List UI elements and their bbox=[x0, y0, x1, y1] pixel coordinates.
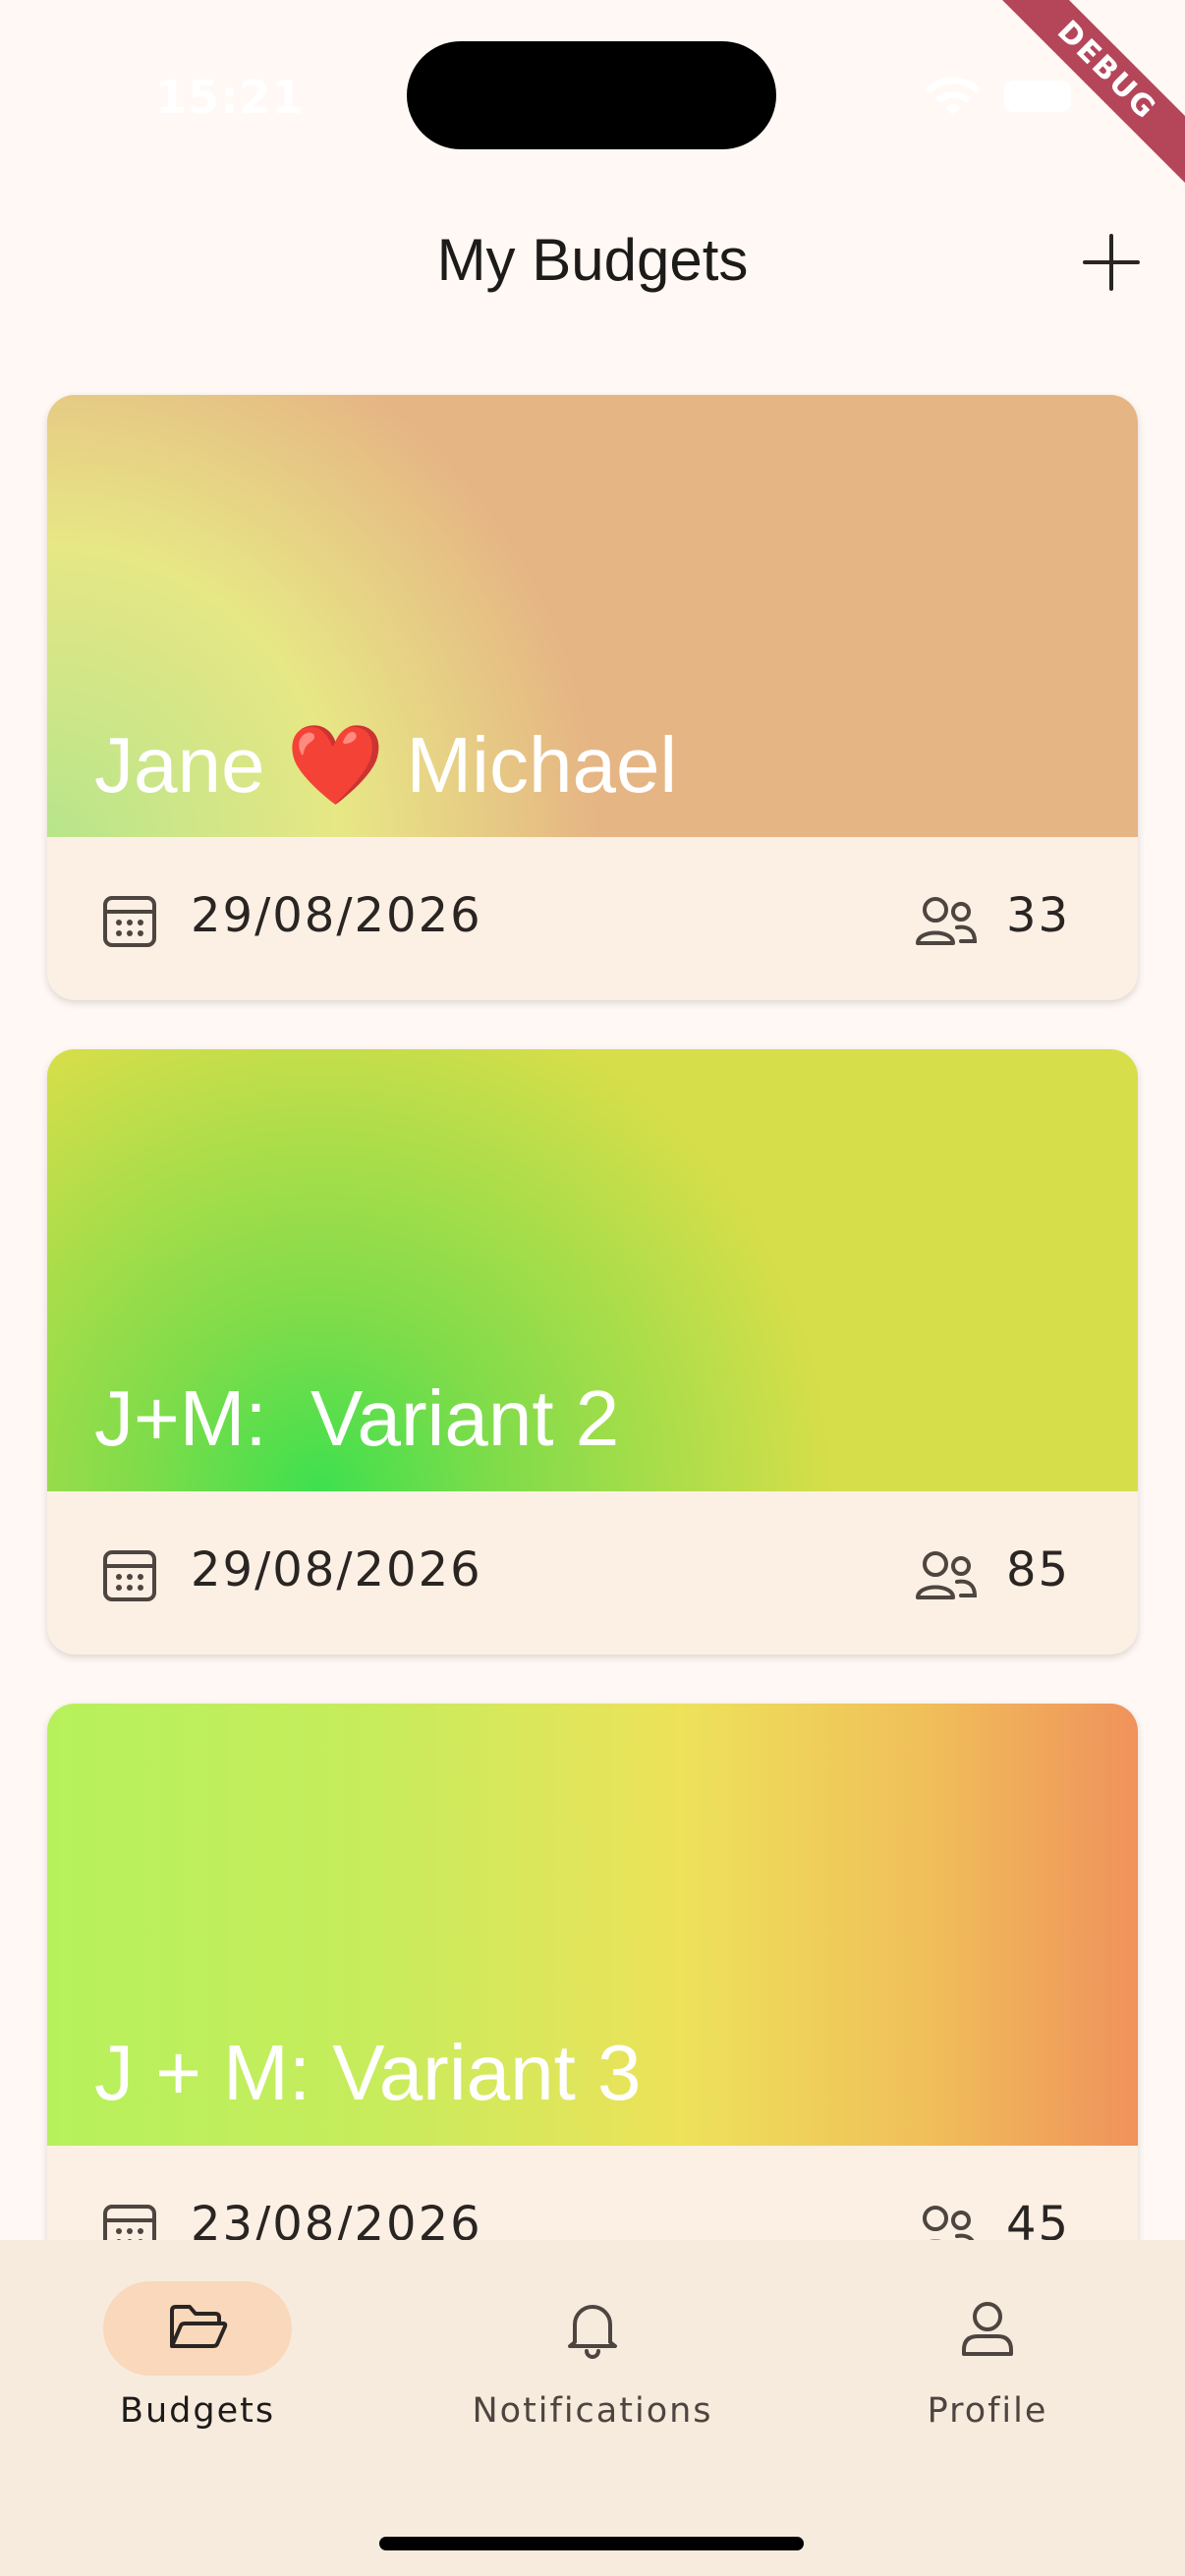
nav-label-profile: Profile bbox=[927, 2391, 1048, 2431]
card-banner: J + M: Variant 3 bbox=[47, 1704, 1138, 2146]
calendar-icon bbox=[103, 896, 156, 947]
bell-icon bbox=[568, 2305, 617, 2359]
budget-card[interactable]: J+M: Variant 2 29/08/2026 85 bbox=[47, 1049, 1138, 1654]
budget-card[interactable]: J + M: Variant 3 23/08/2026 45 bbox=[47, 1704, 1138, 2309]
bottom-navigation: Budgets Notifications Profile bbox=[0, 2240, 1185, 2576]
plus-icon bbox=[1083, 234, 1140, 291]
battery-icon bbox=[1004, 81, 1071, 112]
budget-card[interactable]: Jane ❤️ Michael 29/08/2026 33 bbox=[47, 395, 1138, 1000]
page-title: My Budgets bbox=[436, 227, 749, 293]
card-footer: 29/08/2026 33 bbox=[47, 837, 1138, 1000]
budget-date: 29/08/2026 bbox=[191, 888, 482, 943]
member-count: 85 bbox=[1006, 1542, 1071, 1597]
dynamic-island bbox=[407, 41, 776, 149]
nav-item-notifications[interactable]: Notifications bbox=[445, 2281, 740, 2448]
budget-title: J+M: Variant 2 bbox=[94, 1374, 620, 1462]
budget-title: Jane ❤️ Michael bbox=[94, 721, 678, 809]
folder-open-icon bbox=[170, 2305, 228, 2348]
people-icon bbox=[916, 897, 977, 945]
wifi-icon bbox=[926, 77, 981, 116]
people-icon bbox=[916, 1551, 977, 1599]
card-footer: 29/08/2026 85 bbox=[47, 1491, 1138, 1654]
member-count: 33 bbox=[1006, 888, 1071, 943]
debug-ribbon: DEBUG bbox=[969, 0, 1185, 216]
calendar-icon bbox=[103, 1550, 156, 1601]
person-icon bbox=[962, 2302, 1013, 2356]
budget-title: J + M: Variant 3 bbox=[94, 2029, 642, 2116]
add-budget-button[interactable] bbox=[1081, 232, 1142, 293]
home-indicator bbox=[379, 2537, 804, 2550]
nav-item-profile[interactable]: Profile bbox=[840, 2281, 1135, 2448]
budget-date: 29/08/2026 bbox=[191, 1542, 482, 1597]
status-time: 15:21 bbox=[155, 71, 305, 124]
nav-label-budgets: Budgets bbox=[119, 2391, 276, 2431]
nav-label-notifications: Notifications bbox=[472, 2391, 713, 2431]
card-banner: J+M: Variant 2 bbox=[47, 1049, 1138, 1491]
card-banner: Jane ❤️ Michael bbox=[47, 395, 1138, 837]
nav-item-budgets[interactable]: Budgets bbox=[50, 2281, 345, 2448]
